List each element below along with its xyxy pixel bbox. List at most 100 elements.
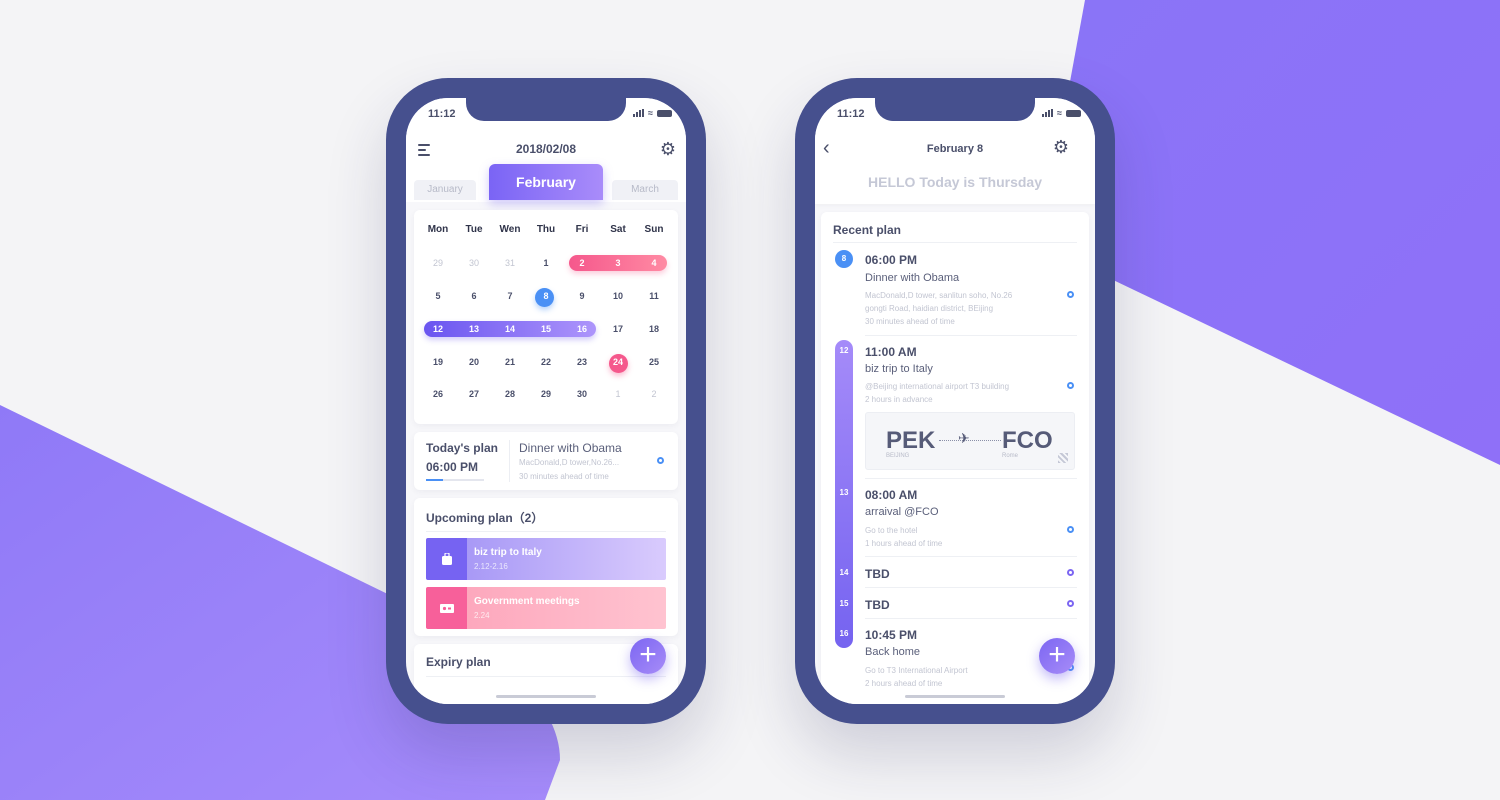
event-time: TBD [865,567,890,581]
calendar-day[interactable]: 27 [456,385,492,403]
event-time: 11:00 AM [865,345,917,359]
divider [426,676,666,677]
status-time: 11:12 [428,108,456,120]
weekday-header: Sun [644,224,664,235]
calendar-day[interactable]: 30 [564,385,600,403]
divider [833,242,1077,243]
recent-plan-title: Recent plan [833,223,902,237]
departure-city: BEIJING [886,453,910,459]
event-detail: MacDonald,D tower, sanlitun soho, No.26 [865,291,1013,300]
status-time: 11:12 [837,108,865,120]
calendar-day[interactable]: 3 [600,254,636,272]
calendar-day[interactable]: 12 [420,320,456,338]
calendar-day[interactable]: 16 [564,320,600,338]
todays-plan-address: MacDonald,D tower,No.26... [519,458,620,467]
calendar-day[interactable]: 1 [600,385,636,403]
calendar-day[interactable]: 29 [420,254,456,272]
calendar-day[interactable]: 31 [492,254,528,272]
divider [865,587,1077,588]
calendar-day[interactable]: 11 [636,287,672,305]
calendar-day[interactable]: 14 [492,320,528,338]
calendar-day[interactable]: 22 [528,353,564,371]
add-plan-button[interactable]: + [630,638,666,674]
tab-prev-month[interactable]: January [414,180,476,200]
phone-notch [875,98,1035,121]
event-detail: gongti Road, haidian district, BEijing [865,304,994,313]
calendar-day[interactable]: 1 [528,254,564,272]
phone-notch [466,98,626,121]
event-title: Back home [865,646,921,658]
airplane-icon: ✈ [958,430,970,446]
calendar-day[interactable]: 20 [456,353,492,371]
top-bar: ‹ February 8 ⚙ [815,138,1095,162]
weekday-header: Thu [536,224,556,235]
divider [865,478,1077,479]
location-pin-icon[interactable] [1067,382,1074,389]
recent-plan-card: Recent plan 8 12 13 14 15 16 06:00 PM Di… [821,212,1089,704]
calendar-day[interactable]: 6 [456,287,492,305]
tab-current-month[interactable]: February [489,164,603,200]
todays-plan-time: 06:00 PM [426,460,479,474]
flight-path [939,440,1001,441]
todays-plan-card[interactable]: Today's plan 06:00 PM Dinner with Obama … [414,432,678,490]
timeline-day: 12 [839,346,849,355]
event-time: 10:45 PM [865,628,918,642]
tab-next-month[interactable]: March [612,180,678,200]
calendar-day[interactable]: 25 [636,353,672,371]
plan-date: 2.12-2.16 [474,562,508,571]
event-detail: 1 hours ahead of time [865,539,943,548]
location-pin-icon[interactable] [1067,600,1074,607]
gear-icon[interactable]: ⚙ [660,140,676,158]
todays-plan-label: Today's plan [426,441,498,455]
calendar-day[interactable]: 18 [636,320,672,338]
plan-date: 2.24 [474,611,490,620]
event-title: biz trip to Italy [865,363,933,375]
weekday-header: Wen [499,224,521,235]
calendar-day[interactable]: 19 [420,353,456,371]
location-pin-icon[interactable] [1067,291,1074,298]
month-tabs: January March February [406,164,686,200]
upcoming-plan-item[interactable]: biz trip to Italy 2.12-2.16 [426,538,666,580]
calendar-day[interactable]: 9 [564,287,600,305]
event-detail: 2 hours ahead of time [865,679,943,688]
calendar-day[interactable]: 28 [492,385,528,403]
calendar-day[interactable]: 7 [492,287,528,305]
wifi-icon: ≈ [1057,108,1062,118]
flight-ticket[interactable]: PEK BEIJING ✈ FCO Rome [865,412,1075,470]
event-time: 08:00 AM [865,488,918,502]
calendar-day[interactable]: 2 [564,254,600,272]
timeline-day: 15 [839,599,849,608]
calendar-day[interactable]: 8 [528,287,564,305]
calendar-day[interactable]: 23 [564,353,600,371]
location-pin-icon[interactable] [1067,569,1074,576]
location-pin-icon[interactable] [1067,526,1074,533]
calendar-day[interactable]: 29 [528,385,564,403]
calendar-day[interactable]: 2 [636,385,672,403]
expiry-plan-title: Expiry plan [426,655,491,669]
home-indicator[interactable] [905,695,1005,698]
event-detail: Go to T3 International Airport [865,666,968,675]
calendar-day[interactable]: 15 [528,320,564,338]
calendar-day[interactable]: 26 [420,385,456,403]
home-indicator[interactable] [496,695,596,698]
calendar-day[interactable]: 5 [420,287,456,305]
calendar-day[interactable]: 24 [600,353,636,371]
event-title: Dinner with Obama [865,272,960,284]
gear-icon[interactable]: ⚙ [1053,138,1069,156]
add-plan-button[interactable]: + [1039,638,1075,674]
background-decoration [0,0,1500,800]
calendar-day[interactable]: 30 [456,254,492,272]
calendar-day[interactable]: 13 [456,320,492,338]
calendar-day[interactable]: 4 [636,254,672,272]
weekday-header: Mon [427,224,449,235]
location-pin-icon[interactable] [657,457,664,464]
qr-code-icon[interactable] [1058,453,1068,463]
signal-icon [1042,109,1054,117]
upcoming-plan-item[interactable]: Government meetings 2.24 [426,587,666,629]
calendar-day[interactable]: 10 [600,287,636,305]
calendar-day[interactable]: 21 [492,353,528,371]
calendar-day[interactable]: 17 [600,320,636,338]
upcoming-plan-card: Upcoming plan（2） biz trip to Italy 2.12-… [414,498,678,636]
event-detail: 30 minutes ahead of time [865,317,955,326]
timeline-day: 16 [839,629,849,638]
